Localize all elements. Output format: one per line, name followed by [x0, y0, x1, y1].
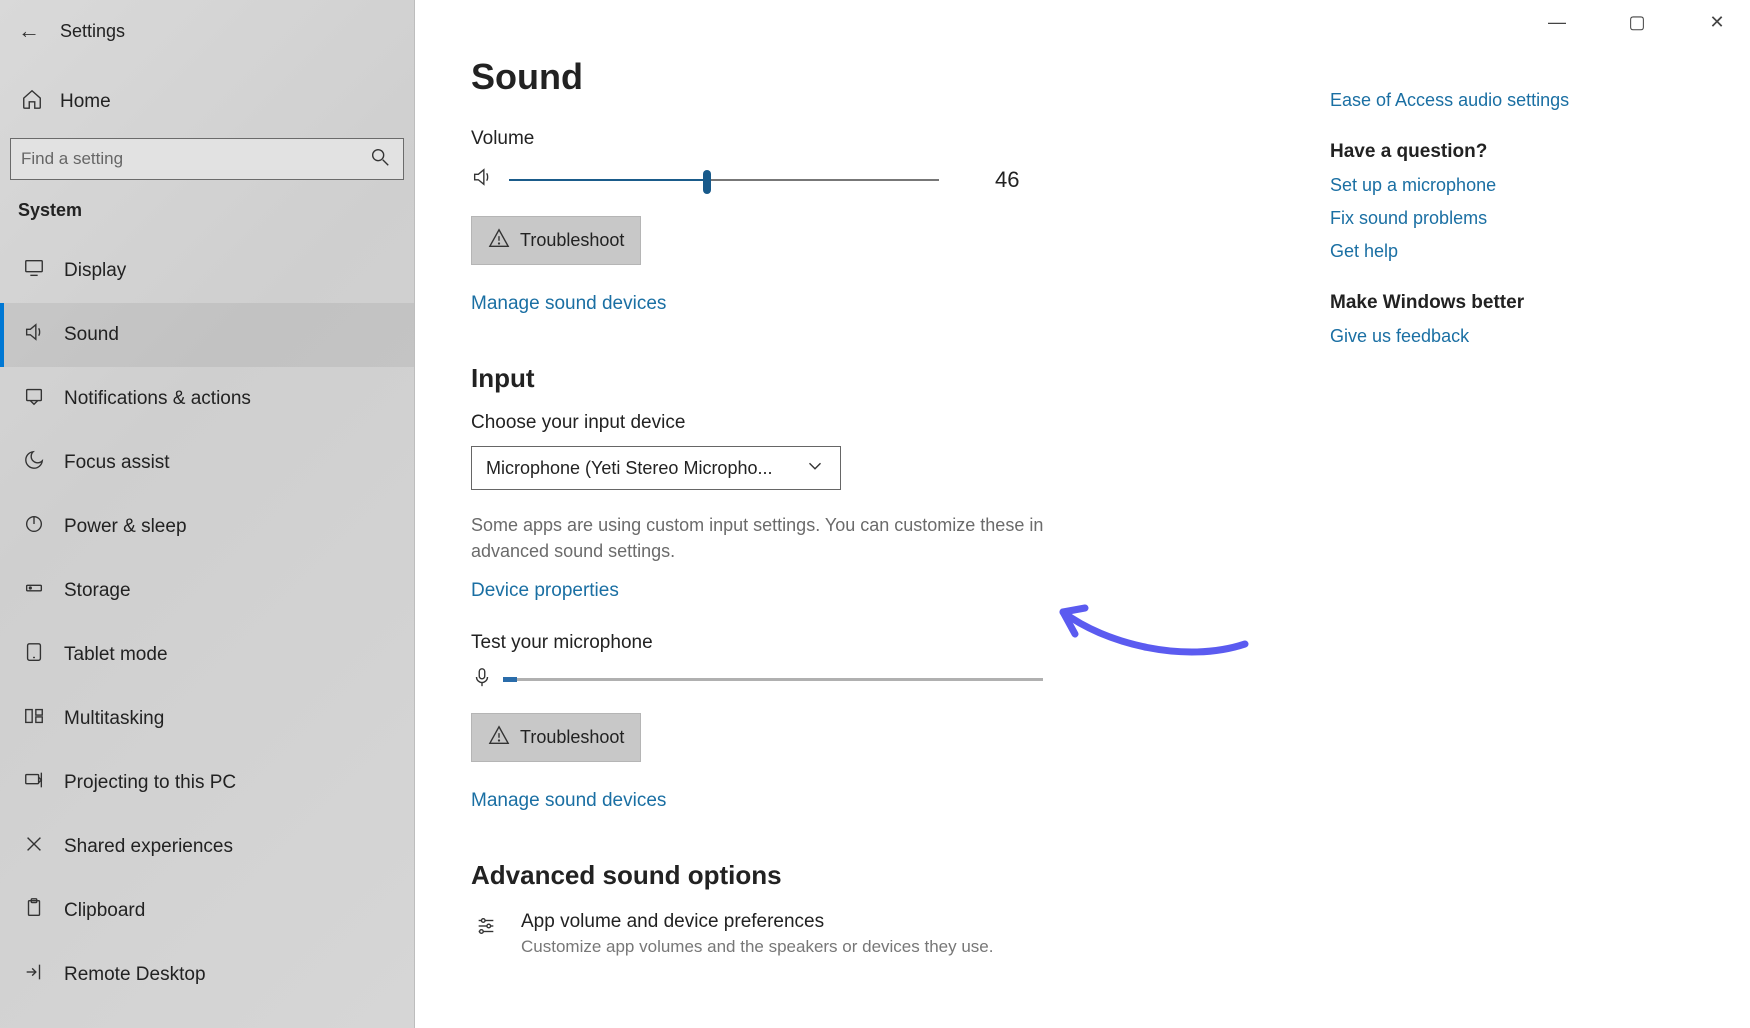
- sidebar-item-label: Power & sleep: [64, 516, 187, 538]
- choose-input-label: Choose your input device: [471, 412, 1290, 434]
- search-icon: [369, 146, 391, 173]
- remote-icon: [22, 961, 46, 989]
- main-area: — ▢ ✕ Sound Volume 46 Troubleshoot Manag…: [415, 0, 1750, 1028]
- sidebar-item-storage[interactable]: Storage: [0, 559, 414, 623]
- page-title: Sound: [471, 56, 1290, 98]
- side-panel: Ease of Access audio settings Have a que…: [1330, 0, 1750, 1028]
- chevron-down-icon: [804, 455, 826, 482]
- shared-icon: [22, 833, 46, 861]
- maximize-button[interactable]: ▢: [1614, 6, 1660, 38]
- sidebar-item-label: Storage: [64, 580, 131, 602]
- volume-label: Volume: [471, 128, 1290, 150]
- storage-icon: [22, 577, 46, 605]
- notifications-icon: [22, 385, 46, 413]
- speaker-icon: [471, 166, 493, 194]
- troubleshoot-output-button[interactable]: Troubleshoot: [471, 216, 641, 265]
- troubleshoot-input-button[interactable]: Troubleshoot: [471, 713, 641, 762]
- sidebar-item-multitasking[interactable]: Multitasking: [0, 687, 414, 751]
- sidebar-item-label: Display: [64, 260, 126, 282]
- question-heading: Have a question?: [1330, 141, 1710, 163]
- sidebar-item-label: Tablet mode: [64, 644, 168, 666]
- sidebar-item-label: Focus assist: [64, 452, 170, 474]
- sidebar-item-label: Projecting to this PC: [64, 772, 236, 794]
- content: Sound Volume 46 Troubleshoot Manage soun…: [415, 0, 1330, 1028]
- input-device-dropdown[interactable]: Microphone (Yeti Stereo Micropho...: [471, 446, 841, 490]
- warning-icon: [488, 227, 510, 254]
- warning-icon: [488, 724, 510, 751]
- sidebar-item-tablet[interactable]: Tablet mode: [0, 623, 414, 687]
- fix-sound-link[interactable]: Fix sound problems: [1330, 208, 1710, 229]
- input-heading: Input: [471, 363, 1290, 394]
- sidebar-item-label: Remote Desktop: [64, 964, 206, 986]
- sidebar-item-remote[interactable]: Remote Desktop: [0, 943, 414, 1007]
- adv-item-title: App volume and device preferences: [521, 911, 993, 933]
- sidebar-item-sound[interactable]: Sound: [0, 303, 414, 367]
- back-button[interactable]: ←: [18, 18, 40, 44]
- app-volume-preferences[interactable]: App volume and device preferences Custom…: [471, 911, 1290, 957]
- adv-item-sub: Customize app volumes and the speakers o…: [521, 937, 993, 957]
- window-title: Settings: [60, 21, 125, 42]
- sliders-icon: [471, 915, 501, 944]
- sidebar-item-notifications[interactable]: Notifications & actions: [0, 367, 414, 431]
- multitasking-icon: [22, 705, 46, 733]
- home-icon: [20, 88, 44, 116]
- home-label: Home: [60, 91, 111, 113]
- search-input-wrap[interactable]: [10, 138, 404, 180]
- close-button[interactable]: ✕: [1694, 6, 1740, 38]
- troubleshoot-label: Troubleshoot: [520, 230, 624, 251]
- power-icon: [22, 513, 46, 541]
- device-properties-link[interactable]: Device properties: [471, 580, 619, 602]
- sidebar-item-label: Shared experiences: [64, 836, 233, 858]
- manage-sound-devices-link-input[interactable]: Manage sound devices: [471, 790, 666, 812]
- sidebar-item-label: Sound: [64, 324, 119, 346]
- focus-icon: [22, 449, 46, 477]
- manage-sound-devices-link-output[interactable]: Manage sound devices: [471, 293, 666, 315]
- mic-level-meter: [503, 678, 1043, 681]
- troubleshoot-label: Troubleshoot: [520, 727, 624, 748]
- better-heading: Make Windows better: [1330, 292, 1710, 314]
- sidebar-item-display[interactable]: Display: [0, 239, 414, 303]
- input-device-selected: Microphone (Yeti Stereo Micropho...: [486, 458, 772, 479]
- search-input[interactable]: [21, 149, 354, 169]
- sidebar-item-label: Notifications & actions: [64, 388, 251, 410]
- test-mic-label: Test your microphone: [471, 632, 1290, 654]
- volume-value: 46: [995, 167, 1019, 193]
- clipboard-icon: [22, 897, 46, 925]
- sidebar: ← Settings Home System Display Sound Notif…: [0, 0, 415, 1028]
- ease-of-access-link[interactable]: Ease of Access audio settings: [1330, 90, 1710, 111]
- feedback-link[interactable]: Give us feedback: [1330, 326, 1710, 347]
- microphone-icon: [471, 666, 493, 693]
- home-button[interactable]: Home: [0, 74, 414, 130]
- section-label-system: System: [0, 180, 414, 229]
- sidebar-item-label: Clipboard: [64, 900, 145, 922]
- display-icon: [22, 257, 46, 285]
- custom-input-hint: Some apps are using custom input setting…: [471, 512, 1081, 564]
- advanced-heading: Advanced sound options: [471, 860, 1290, 891]
- sidebar-item-shared[interactable]: Shared experiences: [0, 815, 414, 879]
- window-controls: — ▢ ✕: [1534, 6, 1740, 38]
- setup-microphone-link[interactable]: Set up a microphone: [1330, 175, 1710, 196]
- sidebar-item-clipboard[interactable]: Clipboard: [0, 879, 414, 943]
- volume-slider[interactable]: [509, 179, 939, 181]
- get-help-link[interactable]: Get help: [1330, 241, 1710, 262]
- sidebar-item-power[interactable]: Power & sleep: [0, 495, 414, 559]
- tablet-icon: [22, 641, 46, 669]
- sidebar-item-focus[interactable]: Focus assist: [0, 431, 414, 495]
- sidebar-item-label: Multitasking: [64, 708, 164, 730]
- sidebar-item-projecting[interactable]: Projecting to this PC: [0, 751, 414, 815]
- sound-icon: [22, 321, 46, 349]
- minimize-button[interactable]: —: [1534, 6, 1580, 38]
- projecting-icon: [22, 769, 46, 797]
